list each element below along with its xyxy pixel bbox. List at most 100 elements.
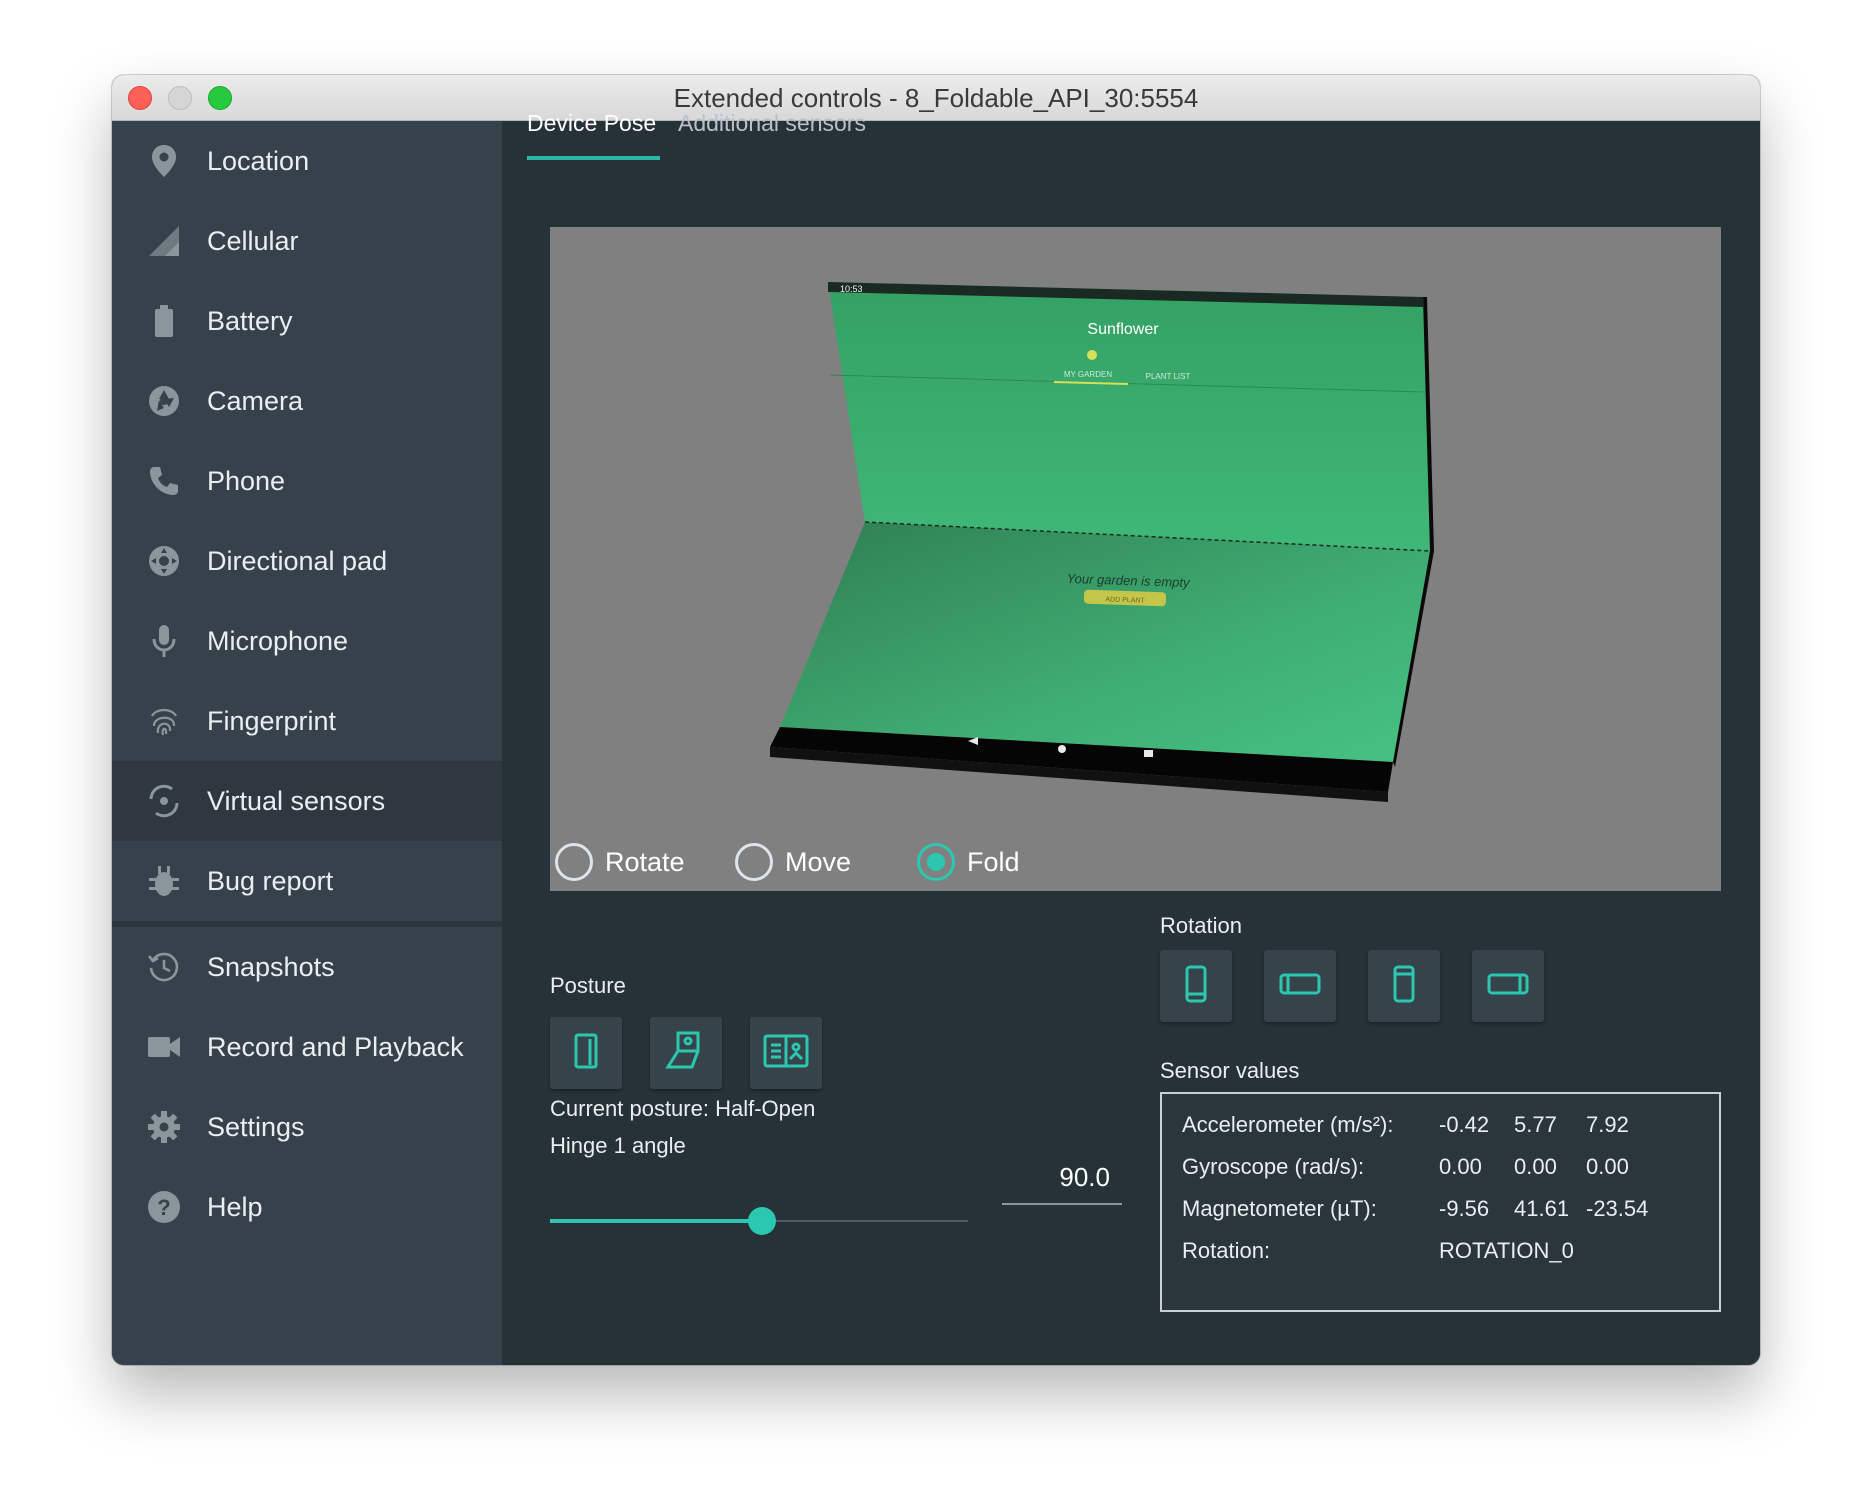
radio-circle[interactable] [917,843,955,881]
sidebar-item-settings[interactable]: Settings [112,1087,502,1167]
video-camera-icon [146,1029,182,1065]
magnetometer-x: -9.56 [1439,1196,1490,1221]
rotate-reverse-portrait-button[interactable] [1368,950,1440,1022]
gyroscope-y: 0.00 [1514,1154,1557,1179]
rotate-landscape-icon [1278,964,1322,1009]
radio-label: Move [785,846,852,877]
sidebar-item-cellular[interactable]: Cellular [112,201,502,281]
magnetometer-z: -23.54 [1586,1196,1649,1221]
active-tab-indicator [527,156,660,160]
sidebar-item-label: Battery [207,305,293,336]
virtual-sensors-icon [146,783,182,819]
rotation-value-label: Rotation: [1182,1238,1271,1263]
sidebar-item-label: Camera [207,385,304,416]
posture-open-button[interactable] [750,1017,822,1089]
rotation-heading: Rotation [1160,913,1242,938]
rotate-landscape-button[interactable] [1264,950,1336,1022]
sidebar-item-label: Phone [207,465,286,496]
sidebar-item-label: Snapshots [207,951,335,982]
sidebar-item-label: Help [207,1191,263,1222]
accelerometer-z: 7.92 [1586,1112,1629,1137]
help-icon: ? [146,1189,182,1225]
accelerometer-label: Accelerometer (m/s²): [1182,1112,1394,1137]
rotate-reverse-landscape-icon [1486,964,1530,1009]
device-bottom-screen [780,522,1430,762]
mode-fold-radio[interactable]: Fold [917,843,1020,881]
mode-move-radio[interactable]: Move [735,843,851,881]
sidebar-item-label: Settings [207,1111,305,1142]
sidebar-item-label: Location [207,145,310,176]
posture-tabletop-icon [664,1029,708,1078]
hinge-angle-label: Hinge 1 angle [550,1133,686,1158]
posture-open-icon [762,1031,810,1076]
sidebar-item-label: Virtual sensors [207,785,386,816]
hinge-slider-thumb[interactable] [748,1207,776,1235]
plant-list-tab: PLANT LIST [1146,372,1191,381]
rotate-reverse-portrait-icon [1384,964,1424,1009]
sidebar-item-location[interactable]: Location [112,121,502,201]
cellular-signal-icon [146,223,182,259]
radio-label: Rotate [605,846,685,877]
sidebar-item-bug-report[interactable]: Bug report [112,841,502,921]
battery-icon [146,303,182,339]
tab-additional-sensors[interactable]: Additional sensors [678,110,866,137]
rotation-value: ROTATION_0 [1439,1238,1574,1263]
sidebar-item-phone[interactable]: Phone [112,441,502,521]
gyroscope-x: 0.00 [1439,1154,1482,1179]
phone-icon [146,463,182,499]
radio-circle[interactable] [555,843,593,881]
radio-circle[interactable] [735,843,773,881]
sidebar-item-label: Microphone [207,625,349,656]
svg-text:?: ? [157,1195,170,1220]
sensor-values-panel: Accelerometer (m/s²): -0.42 5.77 7.92 Gy… [1160,1092,1721,1312]
sidebar-item-label: Directional pad [207,545,388,576]
posture-closed-button[interactable] [550,1017,622,1089]
accelerometer-x: -0.42 [1439,1112,1490,1137]
posture-tabletop-button[interactable] [650,1017,722,1089]
sidebar-item-label: Fingerprint [207,705,337,736]
add-plant-button: ADD PLANT [1105,596,1145,604]
sidebar-item-label: Record and Playback [207,1031,464,1062]
sidebar-item-virtual-sensors[interactable]: Virtual sensors [112,761,502,841]
gyroscope-label: Gyroscope (rad/s): [1182,1154,1365,1179]
bug-icon [146,863,182,899]
posture-closed-icon [566,1031,606,1076]
rotate-portrait-button[interactable] [1160,950,1232,1022]
tab-device-pose[interactable]: Device Pose [527,110,656,137]
sidebar-item-snapshots[interactable]: Snapshots [112,927,502,1007]
radio-label: Fold [967,846,1020,877]
sidebar: Location Cellular Battery Camera Phone D… [112,121,502,1365]
camera-aperture-icon [146,383,182,419]
sidebar-item-directional-pad[interactable]: Directional pad [112,521,502,601]
app-title: Sunflower [1087,321,1159,338]
sidebar-item-fingerprint[interactable]: Fingerprint [112,681,502,761]
gear-icon [146,1109,182,1145]
snapshot-history-icon [146,949,182,985]
sidebar-item-label: Bug report [207,865,334,896]
magnetometer-label: Magnetometer (µT): [1182,1196,1377,1221]
microphone-icon [146,623,182,659]
mode-rotate-radio[interactable]: Rotate [555,843,685,881]
rotate-reverse-landscape-button[interactable] [1472,950,1544,1022]
my-garden-tab: MY GARDEN [1064,370,1113,379]
current-posture-text: Current posture: Half-Open [550,1096,816,1121]
title-bar[interactable]: Extended controls - 8_Foldable_API_30:55… [112,75,1760,121]
my-garden-tab-icon [1087,350,1097,360]
sidebar-item-help[interactable]: ? Help [112,1167,502,1247]
accelerometer-y: 5.77 [1514,1112,1557,1137]
sensor-values-heading: Sensor values [1160,1058,1300,1083]
hinge-slider-track[interactable] [762,1220,968,1222]
posture-heading: Posture [550,973,626,998]
foldable-device-render: 10:53 Sunflower MY GARDEN PLANT LIST You… [770,282,1434,802]
hinge-slider-fill [550,1219,762,1223]
sidebar-item-record-and-playback[interactable]: Record and Playback [112,1007,502,1087]
hinge-angle-field[interactable]: 90.0 [1010,1162,1110,1193]
device-3d-viewport[interactable]: 10:53 Sunflower MY GARDEN PLANT LIST You… [550,227,1721,891]
sidebar-item-microphone[interactable]: Microphone [112,601,502,681]
dpad-icon [146,543,182,579]
gyroscope-z: 0.00 [1586,1154,1629,1179]
hinge-angle-field-underline [1002,1203,1122,1205]
sidebar-item-battery[interactable]: Battery [112,281,502,361]
sidebar-item-camera[interactable]: Camera [112,361,502,441]
magnetometer-y: 41.61 [1514,1196,1570,1221]
